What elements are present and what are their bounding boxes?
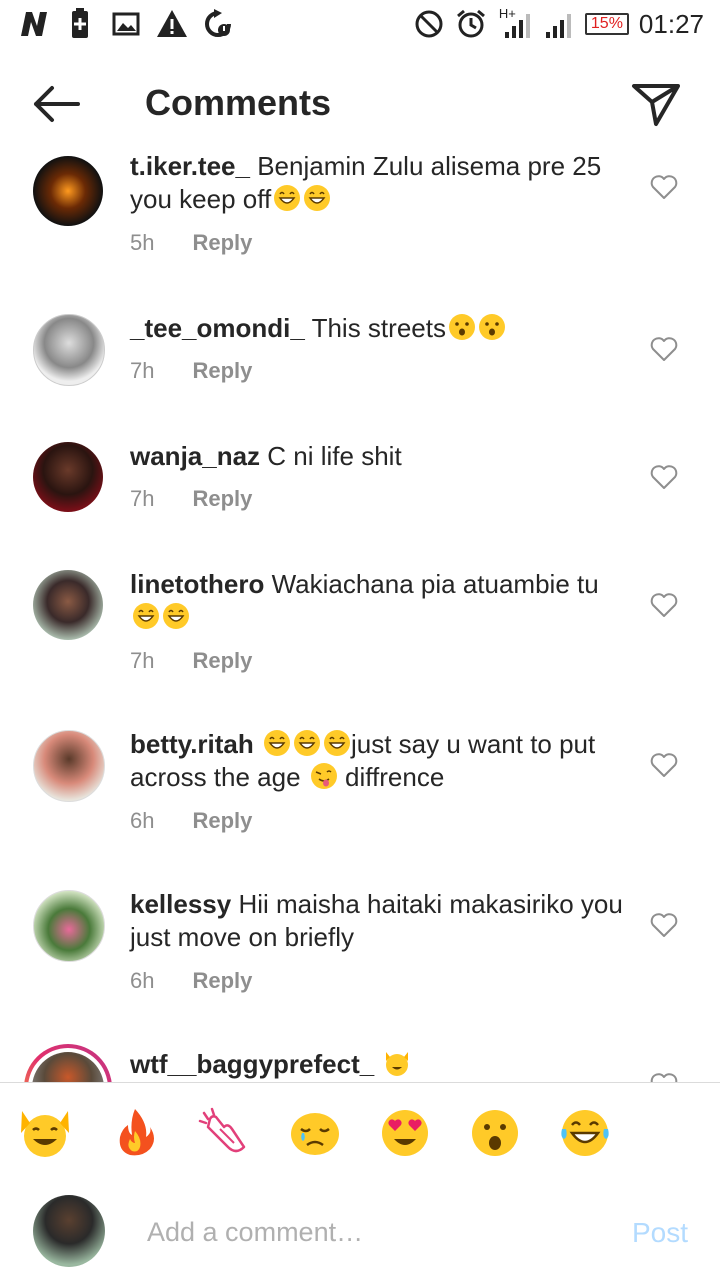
hushed-emoji-icon: [478, 314, 505, 340]
avatar[interactable]: [33, 730, 105, 802]
comment-username[interactable]: linetothero: [130, 569, 264, 599]
sync-icon: [205, 9, 231, 37]
grinning-sweat-emoji-icon: [274, 185, 301, 211]
comment-time: 7h: [130, 486, 155, 511]
heart-icon[interactable]: [650, 912, 678, 938]
comment-username[interactable]: wanja_naz: [130, 441, 260, 471]
comment-text: Wakiachana pia atuambie tu: [271, 569, 599, 599]
fire-emoji-icon[interactable]: [108, 1105, 162, 1159]
grinning-sweat-emoji-icon: [264, 730, 290, 756]
avatar[interactable]: [33, 890, 105, 962]
heart-icon[interactable]: [650, 592, 678, 618]
post-button[interactable]: Post: [632, 1217, 688, 1249]
tongue-wink-emoji-icon: [310, 763, 337, 789]
avatar: [33, 1195, 105, 1267]
comment-text: C ni life shit: [267, 441, 402, 471]
comment-username[interactable]: kellessy: [130, 889, 231, 919]
send-icon[interactable]: [628, 80, 684, 128]
signal-icon: [545, 14, 571, 38]
n-logo-icon: [21, 12, 47, 36]
network-type-label: H+: [497, 6, 533, 40]
comment-input[interactable]: [145, 1209, 589, 1255]
reply-button[interactable]: Reply: [192, 486, 252, 511]
avatar-story-ring[interactable]: [24, 1044, 112, 1082]
comment-time: 7h: [130, 358, 155, 383]
avatar[interactable]: [33, 156, 103, 226]
heart-icon[interactable]: [650, 752, 678, 778]
avatar[interactable]: [33, 314, 105, 386]
alarm-icon: [456, 9, 485, 38]
heart-icon[interactable]: [650, 464, 678, 490]
header: Comments: [0, 58, 720, 152]
emoji-quick-bar: [0, 1082, 720, 1182]
page-title: Comments: [145, 82, 332, 123]
avatar[interactable]: [33, 442, 103, 512]
crying-face-emoji-icon[interactable]: [288, 1105, 342, 1159]
battery-indicator: 15%: [584, 13, 629, 35]
warning-icon: [157, 10, 187, 37]
comment-text: This streets: [311, 313, 446, 343]
grinning-sweat-emoji-icon: [294, 730, 320, 756]
back-arrow-icon[interactable]: [30, 80, 82, 128]
grinning-sweat-emoji-icon: [324, 730, 350, 756]
raised-hands-emoji-icon[interactable]: [18, 1105, 72, 1159]
comment-time: 7h: [130, 648, 155, 673]
clock: 01:27: [638, 8, 704, 39]
comment-time: 5h: [130, 230, 155, 255]
comment-text-after: diffrence: [345, 762, 445, 792]
grinning-sweat-emoji-icon[interactable]: [558, 1105, 612, 1159]
raised-hands-emoji-icon: [386, 1052, 409, 1076]
heart-icon[interactable]: [650, 1072, 678, 1082]
avatar[interactable]: [33, 570, 103, 640]
hushed-emoji-icon[interactable]: [468, 1105, 522, 1159]
comment-username[interactable]: wtf__baggyprefect_: [130, 1049, 374, 1079]
do-not-disturb-icon: [415, 10, 443, 38]
hushed-emoji-icon: [448, 314, 475, 340]
grinning-sweat-emoji-icon: [163, 603, 189, 629]
battery-plus-icon: [72, 8, 88, 38]
comment-username[interactable]: t.iker.tee_: [130, 151, 250, 181]
comment-composer: Post: [0, 1181, 720, 1280]
grinning-sweat-emoji-icon: [304, 185, 331, 211]
heart-icon[interactable]: [650, 174, 678, 200]
comment-username[interactable]: _tee_omondi_: [130, 313, 305, 343]
reply-button[interactable]: Reply: [192, 648, 252, 673]
reply-button[interactable]: Reply: [192, 358, 252, 383]
comments-list[interactable]: t.iker.tee_ Benjamin Zulu alisema pre 25…: [0, 150, 720, 1082]
reply-button[interactable]: Reply: [192, 230, 252, 255]
status-bar: H+ 15% 01:27: [0, 0, 720, 50]
heart-eyes-emoji-icon[interactable]: [378, 1105, 432, 1159]
grinning-sweat-emoji-icon: [133, 603, 159, 629]
reply-button[interactable]: Reply: [192, 808, 252, 833]
comment-username[interactable]: betty.ritah: [130, 729, 254, 759]
reply-button[interactable]: Reply: [192, 968, 252, 993]
avatar: [28, 1048, 108, 1082]
comment-time: 6h: [130, 808, 155, 833]
image-icon: [112, 12, 140, 36]
clapping-hands-emoji-icon[interactable]: [198, 1105, 252, 1159]
comment-time: 6h: [130, 968, 155, 993]
network-hplus-icon: [504, 14, 530, 38]
heart-icon[interactable]: [650, 336, 678, 362]
